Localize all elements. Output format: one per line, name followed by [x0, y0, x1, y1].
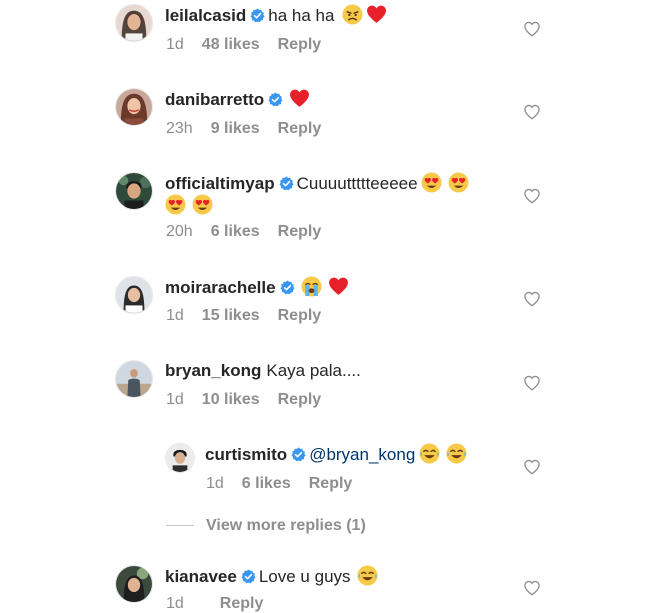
avatar[interactable]	[115, 172, 153, 210]
view-more-replies-label: View more replies (1)	[206, 517, 366, 534]
red-heart-icon	[328, 276, 349, 297]
reply-button[interactable]: Reply	[278, 391, 322, 409]
verified-badge-icon	[241, 569, 256, 584]
heart-eyes-icon	[165, 194, 186, 215]
reply-button[interactable]: Reply	[278, 36, 322, 54]
tears-of-joy-icon	[357, 565, 378, 586]
divider-line	[166, 525, 194, 527]
comment-time: 1d	[166, 595, 184, 612]
likes-count[interactable]: 9 likes	[211, 120, 260, 138]
username[interactable]: bryan_kong	[165, 361, 261, 380]
heart-eyes-icon	[192, 194, 213, 215]
reply-button[interactable]: Reply	[309, 475, 353, 493]
tears-of-joy-icon	[446, 443, 467, 464]
verified-badge-icon	[250, 8, 265, 23]
avatar[interactable]	[115, 4, 153, 42]
username[interactable]: curtismito	[205, 445, 287, 464]
likes-count[interactable]: 48 likes	[202, 36, 260, 54]
verified-badge-icon	[291, 447, 306, 462]
comment-time: 20h	[166, 223, 193, 240]
avatar[interactable]	[115, 565, 153, 603]
comment-time: 1d	[206, 475, 224, 492]
like-heart-icon[interactable]	[523, 103, 541, 121]
like-heart-icon[interactable]	[523, 374, 541, 392]
verified-badge-icon	[279, 176, 294, 191]
likes-count[interactable]: 6 likes	[242, 475, 291, 493]
loudly-crying-face-icon	[301, 276, 322, 297]
like-heart-icon[interactable]	[523, 458, 541, 476]
mention-link[interactable]: @bryan_kong	[309, 445, 415, 464]
likes-count[interactable]: 10 likes	[202, 391, 260, 409]
verified-badge-icon	[268, 92, 283, 107]
reply-button[interactable]: Reply	[278, 120, 322, 138]
avatar[interactable]	[115, 88, 153, 126]
heart-eyes-icon	[421, 172, 442, 193]
avatar[interactable]	[165, 443, 195, 473]
comment-time: 23h	[166, 120, 193, 137]
like-heart-icon[interactable]	[523, 579, 541, 597]
heart-eyes-icon	[448, 172, 469, 193]
username[interactable]: kianavee	[165, 567, 237, 586]
username[interactable]: officialtimyap	[165, 174, 275, 193]
comment-time: 1d	[166, 307, 184, 324]
username[interactable]: leilalcasid	[165, 6, 246, 25]
angry-face-icon	[342, 4, 363, 25]
reply-button[interactable]: Reply	[278, 223, 322, 241]
reply-button[interactable]: Reply	[278, 307, 322, 325]
comment-time: 1d	[166, 36, 184, 53]
verified-badge-icon	[280, 280, 295, 295]
username[interactable]: moirarachelle	[165, 278, 276, 297]
avatar[interactable]	[115, 276, 153, 314]
comment-text: Love u guys	[258, 567, 351, 586]
comment-text: Kaya pala....	[266, 361, 361, 380]
likes-count[interactable]: 15 likes	[202, 307, 260, 325]
comment-time: 1d	[166, 391, 184, 408]
red-heart-icon	[366, 4, 387, 25]
like-heart-icon[interactable]	[523, 290, 541, 308]
tears-of-joy-icon	[419, 443, 440, 464]
comment-text: Cuuuuttttteeeee	[296, 174, 418, 193]
comment-text: ha ha ha	[268, 6, 335, 25]
reply-button[interactable]: Reply	[220, 595, 264, 613]
username[interactable]: danibarretto	[165, 90, 264, 109]
likes-count[interactable]: 6 likes	[211, 223, 260, 241]
like-heart-icon[interactable]	[523, 20, 541, 38]
view-more-replies-button[interactable]: View more replies (1)	[166, 517, 366, 535]
avatar[interactable]	[115, 360, 153, 398]
like-heart-icon[interactable]	[523, 187, 541, 205]
red-heart-icon	[289, 88, 310, 109]
